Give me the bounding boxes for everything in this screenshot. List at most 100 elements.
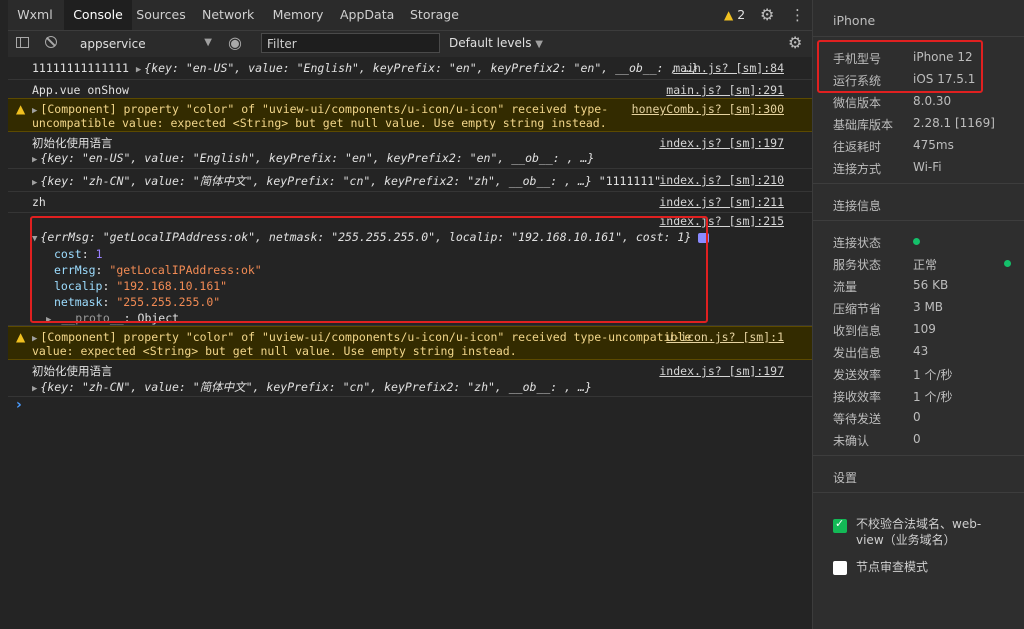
conn-label: 流量 <box>833 280 858 294</box>
annotation-highlight-box <box>30 216 708 323</box>
info-label: 往返耗时 <box>833 140 882 154</box>
info-value: 8.0.30 <box>913 94 952 108</box>
settings-gear-icon[interactable]: ⚙ <box>760 6 774 24</box>
tab-console[interactable]: Console <box>64 0 132 30</box>
log-row: 11111111111111 ▶ {key: "en-US", value: "E… <box>8 57 812 80</box>
filter-placeholder: Filter <box>267 37 297 51</box>
expand-arrow-icon[interactable]: ▶ <box>32 384 37 394</box>
filter-input[interactable]: Filter <box>261 33 440 53</box>
conn-label: 服务状态 <box>833 258 882 272</box>
source-link[interactable]: index.js? [sm]:197 <box>659 136 784 150</box>
prompt-chevron-icon: › <box>16 397 22 413</box>
log-object-line: ▶ {key: "zh-CN", value: "简体中文", keyPrefix… <box>32 379 592 395</box>
conn-value: 1 个/秒 <box>913 368 953 382</box>
node-inspect-checkbox[interactable] <box>833 561 847 575</box>
log-row: ▶ {key: "zh-CN", value: "简体中文", keyPrefix… <box>8 169 812 192</box>
log-object[interactable]: {key: "zh-CN", value: "简体中文", keyPrefix:… <box>40 380 591 394</box>
sidebar-toggle-icon[interactable] <box>16 37 29 48</box>
conn-value: 109 <box>913 322 936 336</box>
expand-arrow-icon[interactable]: ▶ <box>32 106 37 116</box>
tab-storage[interactable]: Storage <box>410 0 459 30</box>
conn-value: 0 <box>913 410 921 424</box>
chevron-down-icon: ▼ <box>204 37 212 48</box>
tab-network[interactable]: Network <box>202 0 254 30</box>
log-row: zh index.js? [sm]:211 <box>8 192 812 213</box>
section-title: 连接信息 <box>833 199 882 213</box>
info-value: 2.28.1 [1169] <box>913 116 995 130</box>
expand-arrow-icon[interactable]: ▶ <box>32 334 37 344</box>
conn-label: 发出信息 <box>833 346 882 360</box>
console-settings-gear-icon[interactable]: ⚙ <box>788 34 802 52</box>
source-link[interactable]: main.js? [sm]:84 <box>673 61 784 75</box>
chevron-down-icon: ▼ <box>535 39 543 50</box>
info-label: 连接方式 <box>833 162 882 176</box>
divider <box>813 220 1024 221</box>
conn-value: 56 KB <box>913 278 949 292</box>
conn-label: 连接状态 <box>833 236 882 250</box>
warning-text: [Component] property "color" of "uview-u… <box>40 102 609 116</box>
source-link[interactable]: index.js? [sm]:211 <box>659 195 784 209</box>
device-name: iPhone <box>833 13 876 28</box>
log-object[interactable]: {key: "en-US", value: "English", keyPref… <box>144 61 698 75</box>
divider <box>813 492 1024 493</box>
log-text: 初始化使用语言 <box>32 136 113 150</box>
conn-label: 收到信息 <box>833 324 882 338</box>
conn-label: 未确认 <box>833 434 870 448</box>
warning-row: ▲ ▶ [Component] property "color" of "uvie… <box>8 326 812 360</box>
warning-counter[interactable]: ▲ 2 <box>724 0 745 30</box>
more-menu-icon[interactable]: ⋮ <box>790 6 805 24</box>
divider <box>813 183 1024 184</box>
log-row: 初始化使用语言 ▶ {key: "zh-CN", value: "简体中文", k… <box>8 360 812 397</box>
skip-domain-check-checkbox[interactable]: ✓ <box>833 517 847 533</box>
tab-memory[interactable]: Memory <box>272 0 324 30</box>
section-title: 设置 <box>833 471 858 485</box>
divider <box>813 455 1024 456</box>
log-text: "1111111" <box>598 174 662 188</box>
conn-value: 3 MB <box>913 300 944 314</box>
log-text: App.vue onShow <box>32 83 129 97</box>
info-value: Wi-Fi <box>913 160 942 174</box>
tab-appdata[interactable]: AppData <box>340 0 394 30</box>
log-row: 初始化使用语言 ▶ {key: "en-US", value: "English"… <box>8 132 812 169</box>
info-label: 微信版本 <box>833 96 882 110</box>
conn-label: 压缩节省 <box>833 302 882 316</box>
devtools-tab-bar: Wxml Console Sources Network Memory AppD… <box>8 0 812 31</box>
eye-icon[interactable]: ◉ <box>228 35 242 51</box>
tab-sources[interactable]: Sources <box>136 0 186 30</box>
warning-message-line: ▶ [Component] property "color" of "uview-… <box>32 102 608 116</box>
source-link[interactable]: u-icon.js? [sm]:1 <box>666 330 784 344</box>
expand-arrow-icon[interactable]: ▶ <box>32 155 37 165</box>
log-text: 11111111111111 <box>32 61 129 75</box>
conn-label: 发送效率 <box>833 368 882 382</box>
status-dot-icon <box>1004 260 1011 267</box>
clear-console-icon[interactable] <box>45 36 57 48</box>
log-levels-dropdown[interactable]: Default levels ▼ <box>449 36 543 50</box>
source-link[interactable]: index.js? [sm]:197 <box>659 364 784 378</box>
warning-icon: ▲ <box>16 102 26 116</box>
context-select[interactable]: appservice ▼ <box>72 34 212 54</box>
context-select-value: appservice <box>80 37 146 51</box>
expand-arrow-icon[interactable]: ▶ <box>32 178 37 188</box>
source-link[interactable]: honeyComb.js? [sm]:300 <box>632 102 784 116</box>
source-link[interactable]: main.js? [sm]:291 <box>666 83 784 97</box>
log-message: 11111111111111 ▶ {key: "en-US", value: "E… <box>32 61 698 75</box>
checkbox-label: view（业务域名） <box>856 533 956 547</box>
log-object[interactable]: {key: "zh-CN", value: "简体中文", keyPrefix:… <box>40 174 591 188</box>
expand-arrow-icon[interactable]: ▶ <box>136 65 141 75</box>
warning-text: [Component] property "color" of "uview-u… <box>40 330 692 344</box>
log-object-line: ▶ {key: "en-US", value: "English", keyPre… <box>32 151 594 165</box>
warning-message-line: ▶ [Component] property "color" of "uview-… <box>32 330 691 344</box>
checkmark-icon: ✓ <box>835 517 845 530</box>
console-log-area: 11111111111111 ▶ {key: "en-US", value: "E… <box>8 57 812 629</box>
log-object-line: ▶ {key: "zh-CN", value: "简体中文", keyPrefix… <box>32 173 661 189</box>
tab-wxml[interactable]: Wxml <box>12 0 58 30</box>
warning-icon: ▲ <box>724 8 734 22</box>
console-toolbar: appservice ▼ ◉ Filter Default levels ▼ ⚙ <box>8 31 812 58</box>
conn-value: 43 <box>913 344 929 358</box>
console-input[interactable]: › <box>16 397 806 415</box>
warning-text: value: expected <String> but get null va… <box>32 344 517 358</box>
status-dot-icon <box>913 238 920 245</box>
source-link[interactable]: index.js? [sm]:210 <box>659 173 784 187</box>
checkbox-label: 不校验合法域名、web- <box>856 517 982 531</box>
log-object[interactable]: {key: "en-US", value: "English", keyPref… <box>40 151 594 165</box>
